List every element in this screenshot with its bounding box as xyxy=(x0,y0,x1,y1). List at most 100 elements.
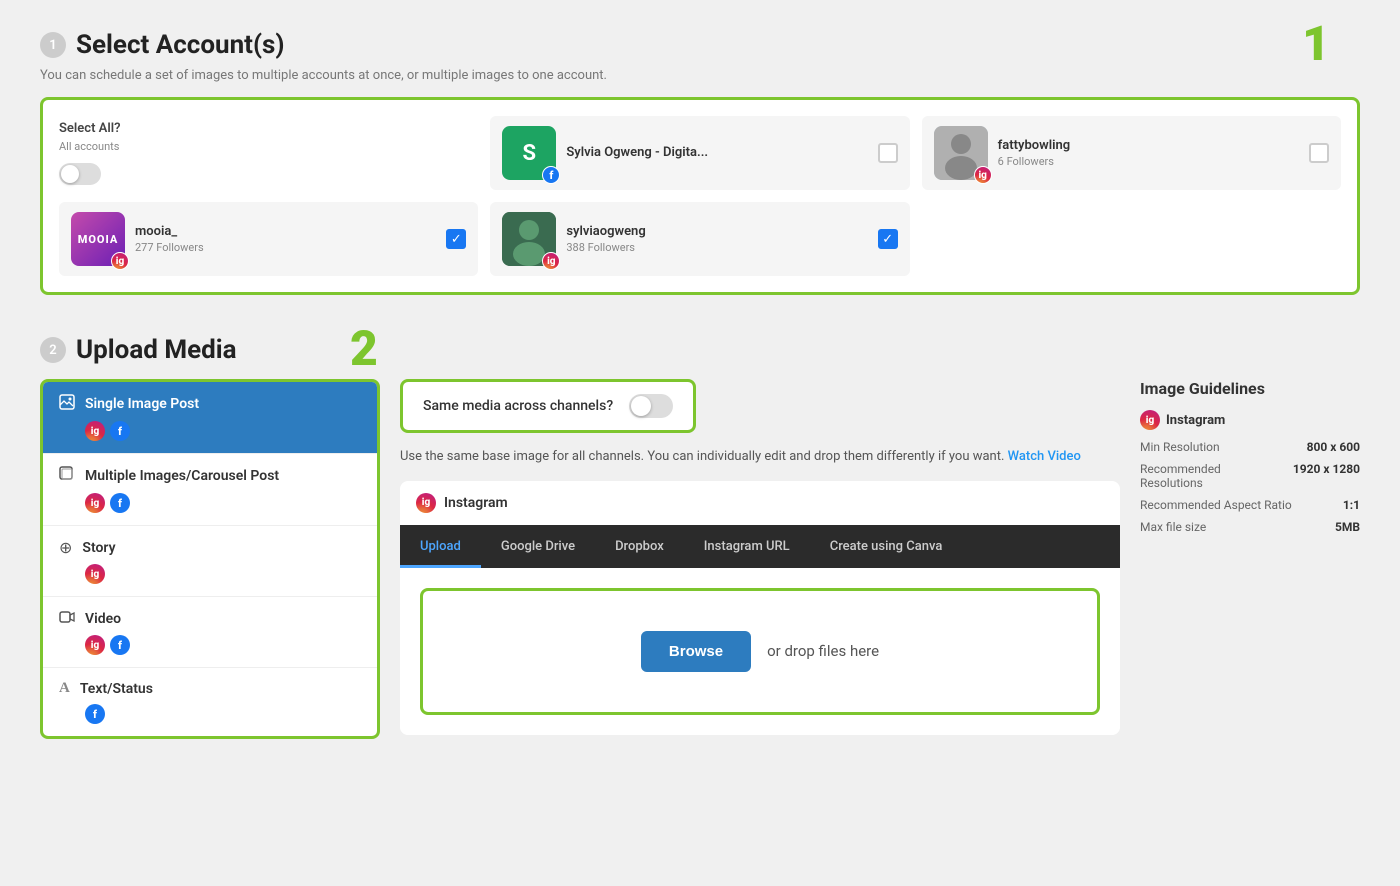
same-media-knob xyxy=(631,396,651,416)
platform-badge-ig-mooia: ig xyxy=(111,252,129,270)
platform-badge-fb: f xyxy=(542,166,560,184)
account-followers-fattybowling: 6 Followers xyxy=(998,155,1299,168)
account-followers-sylviaogweng: 388 Followers xyxy=(566,241,867,254)
section1-title: Select Account(s) xyxy=(76,30,285,60)
guidelines-ig-icon: ig xyxy=(1140,410,1160,430)
account-card-sylvia[interactable]: S f Sylvia Ogweng - Digita... xyxy=(490,116,909,190)
right-panel: Same media across channels? Use the same… xyxy=(400,379,1120,735)
avatar-sylviaogweng: ig xyxy=(502,212,556,266)
avatar-sylvia: S f xyxy=(502,126,556,180)
post-type-single-image[interactable]: Single Image Post ig f xyxy=(43,382,377,454)
select-all-cell: Select All? All accounts xyxy=(59,121,478,185)
video-icon xyxy=(59,609,75,628)
account-card-sylviaogweng[interactable]: ig sylviaogweng 388 Followers ✓ xyxy=(490,202,909,276)
guidelines-title: Image Guidelines xyxy=(1140,379,1360,398)
guidelines-table: Min Resolution 800 x 600 Recommended Res… xyxy=(1140,440,1360,534)
post-type-video[interactable]: Video ig f xyxy=(43,597,377,668)
checkbox-sylviaogweng[interactable]: ✓ xyxy=(878,229,898,249)
step1-label: 1 xyxy=(1302,20,1330,68)
instagram-label: Instagram xyxy=(444,495,508,511)
tab-dropbox[interactable]: Dropbox xyxy=(595,525,684,568)
upload-drop-area: Browse or drop files here xyxy=(420,588,1100,715)
story-ig-badge: ig xyxy=(85,564,105,584)
post-type-single-image-top: Single Image Post xyxy=(59,394,361,414)
same-media-toggle[interactable] xyxy=(629,394,673,418)
text-status-icon: A xyxy=(59,680,70,697)
tab-google-drive[interactable]: Google Drive xyxy=(481,525,595,568)
text-fb-badge: f xyxy=(85,704,105,724)
guidelines-platform: ig Instagram xyxy=(1140,410,1360,430)
carousel-icon xyxy=(59,466,75,486)
guidelines-panel: Image Guidelines ig Instagram Min Resolu… xyxy=(1140,379,1360,542)
story-icon: ⊕ xyxy=(59,538,72,557)
section2-title: Upload Media xyxy=(76,335,237,365)
section2: 2 Upload Media 2 Single Image Pos xyxy=(40,335,1360,739)
account-info-fattybowling: fattybowling 6 Followers xyxy=(998,138,1299,168)
select-all-label: Select All? xyxy=(59,121,478,136)
carousel-ig-badge: ig xyxy=(85,493,105,513)
guidelines-row-0: Min Resolution 800 x 600 xyxy=(1140,440,1360,454)
toggle-knob xyxy=(61,165,79,183)
single-image-platforms: ig f xyxy=(85,421,361,441)
section1-subtitle: You can schedule a set of images to mult… xyxy=(40,68,1360,83)
avatar-fattybowling: ig xyxy=(934,126,988,180)
account-card-fattybowling[interactable]: ig fattybowling 6 Followers xyxy=(922,116,1341,190)
upload-tabs: Upload Google Drive Dropbox Instagram UR… xyxy=(400,525,1120,568)
tab-create-canva[interactable]: Create using Canva xyxy=(810,525,963,568)
checkbox-fattybowling[interactable] xyxy=(1309,143,1329,163)
account-name-sylvia: Sylvia Ogweng - Digita... xyxy=(566,145,867,160)
tab-upload[interactable]: Upload xyxy=(400,525,481,568)
carousel-post-label: Multiple Images/Carousel Post xyxy=(85,468,279,484)
step2-circle: 2 xyxy=(40,337,66,363)
text-status-platforms: f xyxy=(85,704,361,724)
instagram-header: ig Instagram xyxy=(400,481,1120,525)
carousel-platforms: ig f xyxy=(85,493,361,513)
account-info-sylvia: Sylvia Ogweng - Digita... xyxy=(566,145,867,162)
instagram-upload-section: ig Instagram Upload Google Drive Dropbox xyxy=(400,481,1120,735)
select-all-sublabel: All accounts xyxy=(59,140,478,153)
ig-platform-badge: ig xyxy=(85,421,105,441)
platform-badge-ig: ig xyxy=(974,166,992,184)
post-type-carousel[interactable]: Multiple Images/Carousel Post ig f xyxy=(43,454,377,526)
text-status-post-label: Text/Status xyxy=(80,681,153,697)
account-name-mooia: mooia_ xyxy=(135,224,436,239)
account-card-mooia[interactable]: MOOIA ig mooia_ 277 Followers ✓ xyxy=(59,202,478,276)
account-info-sylviaogweng: sylviaogweng 388 Followers xyxy=(566,224,867,254)
post-type-video-top: Video xyxy=(59,609,361,628)
checkbox-sylvia[interactable] xyxy=(878,143,898,163)
tab-instagram-url[interactable]: Instagram URL xyxy=(684,525,810,568)
video-platforms: ig f xyxy=(85,635,361,655)
account-name-sylviaogweng: sylviaogweng xyxy=(566,224,867,239)
same-media-box: Same media across channels? xyxy=(400,379,696,433)
post-type-text-top: A Text/Status xyxy=(59,680,361,697)
post-type-story-top: ⊕ Story xyxy=(59,538,361,557)
post-type-text-status[interactable]: A Text/Status f xyxy=(43,668,377,736)
browse-button[interactable]: Browse xyxy=(641,631,751,672)
account-info-mooia: mooia_ 277 Followers xyxy=(135,224,436,254)
carousel-fb-badge: f xyxy=(110,493,130,513)
checkbox-mooia[interactable]: ✓ xyxy=(446,229,466,249)
video-post-label: Video xyxy=(85,611,121,627)
single-image-post-label: Single Image Post xyxy=(85,396,199,412)
post-type-carousel-top: Multiple Images/Carousel Post xyxy=(59,466,361,486)
section1-header: 1 Select Account(s) xyxy=(40,30,1360,60)
post-type-story[interactable]: ⊕ Story ig xyxy=(43,526,377,597)
section2-header: 2 Upload Media xyxy=(40,335,1360,365)
account-name-fattybowling: fattybowling xyxy=(998,138,1299,153)
section2-layout: Single Image Post ig f Multiple Im xyxy=(40,379,1360,739)
single-image-icon xyxy=(59,394,75,414)
watch-video-link[interactable]: Watch Video xyxy=(1008,449,1081,464)
same-media-description: Use the same base image for all channels… xyxy=(400,447,1120,467)
select-all-toggle[interactable] xyxy=(59,163,101,185)
story-platforms: ig xyxy=(85,564,361,584)
avatar-mooia: MOOIA ig xyxy=(71,212,125,266)
account-followers-mooia: 277 Followers xyxy=(135,241,436,254)
guidelines-row-2: Recommended Aspect Ratio 1:1 xyxy=(1140,498,1360,512)
video-fb-badge: f xyxy=(110,635,130,655)
step1-circle: 1 xyxy=(40,32,66,58)
drop-text: or drop files here xyxy=(767,642,879,660)
step2-label: 2 xyxy=(350,325,378,373)
story-post-label: Story xyxy=(82,540,115,556)
guidelines-row-3: Max file size 5MB xyxy=(1140,520,1360,534)
platform-badge-ig-sylviaogweng: ig xyxy=(542,252,560,270)
